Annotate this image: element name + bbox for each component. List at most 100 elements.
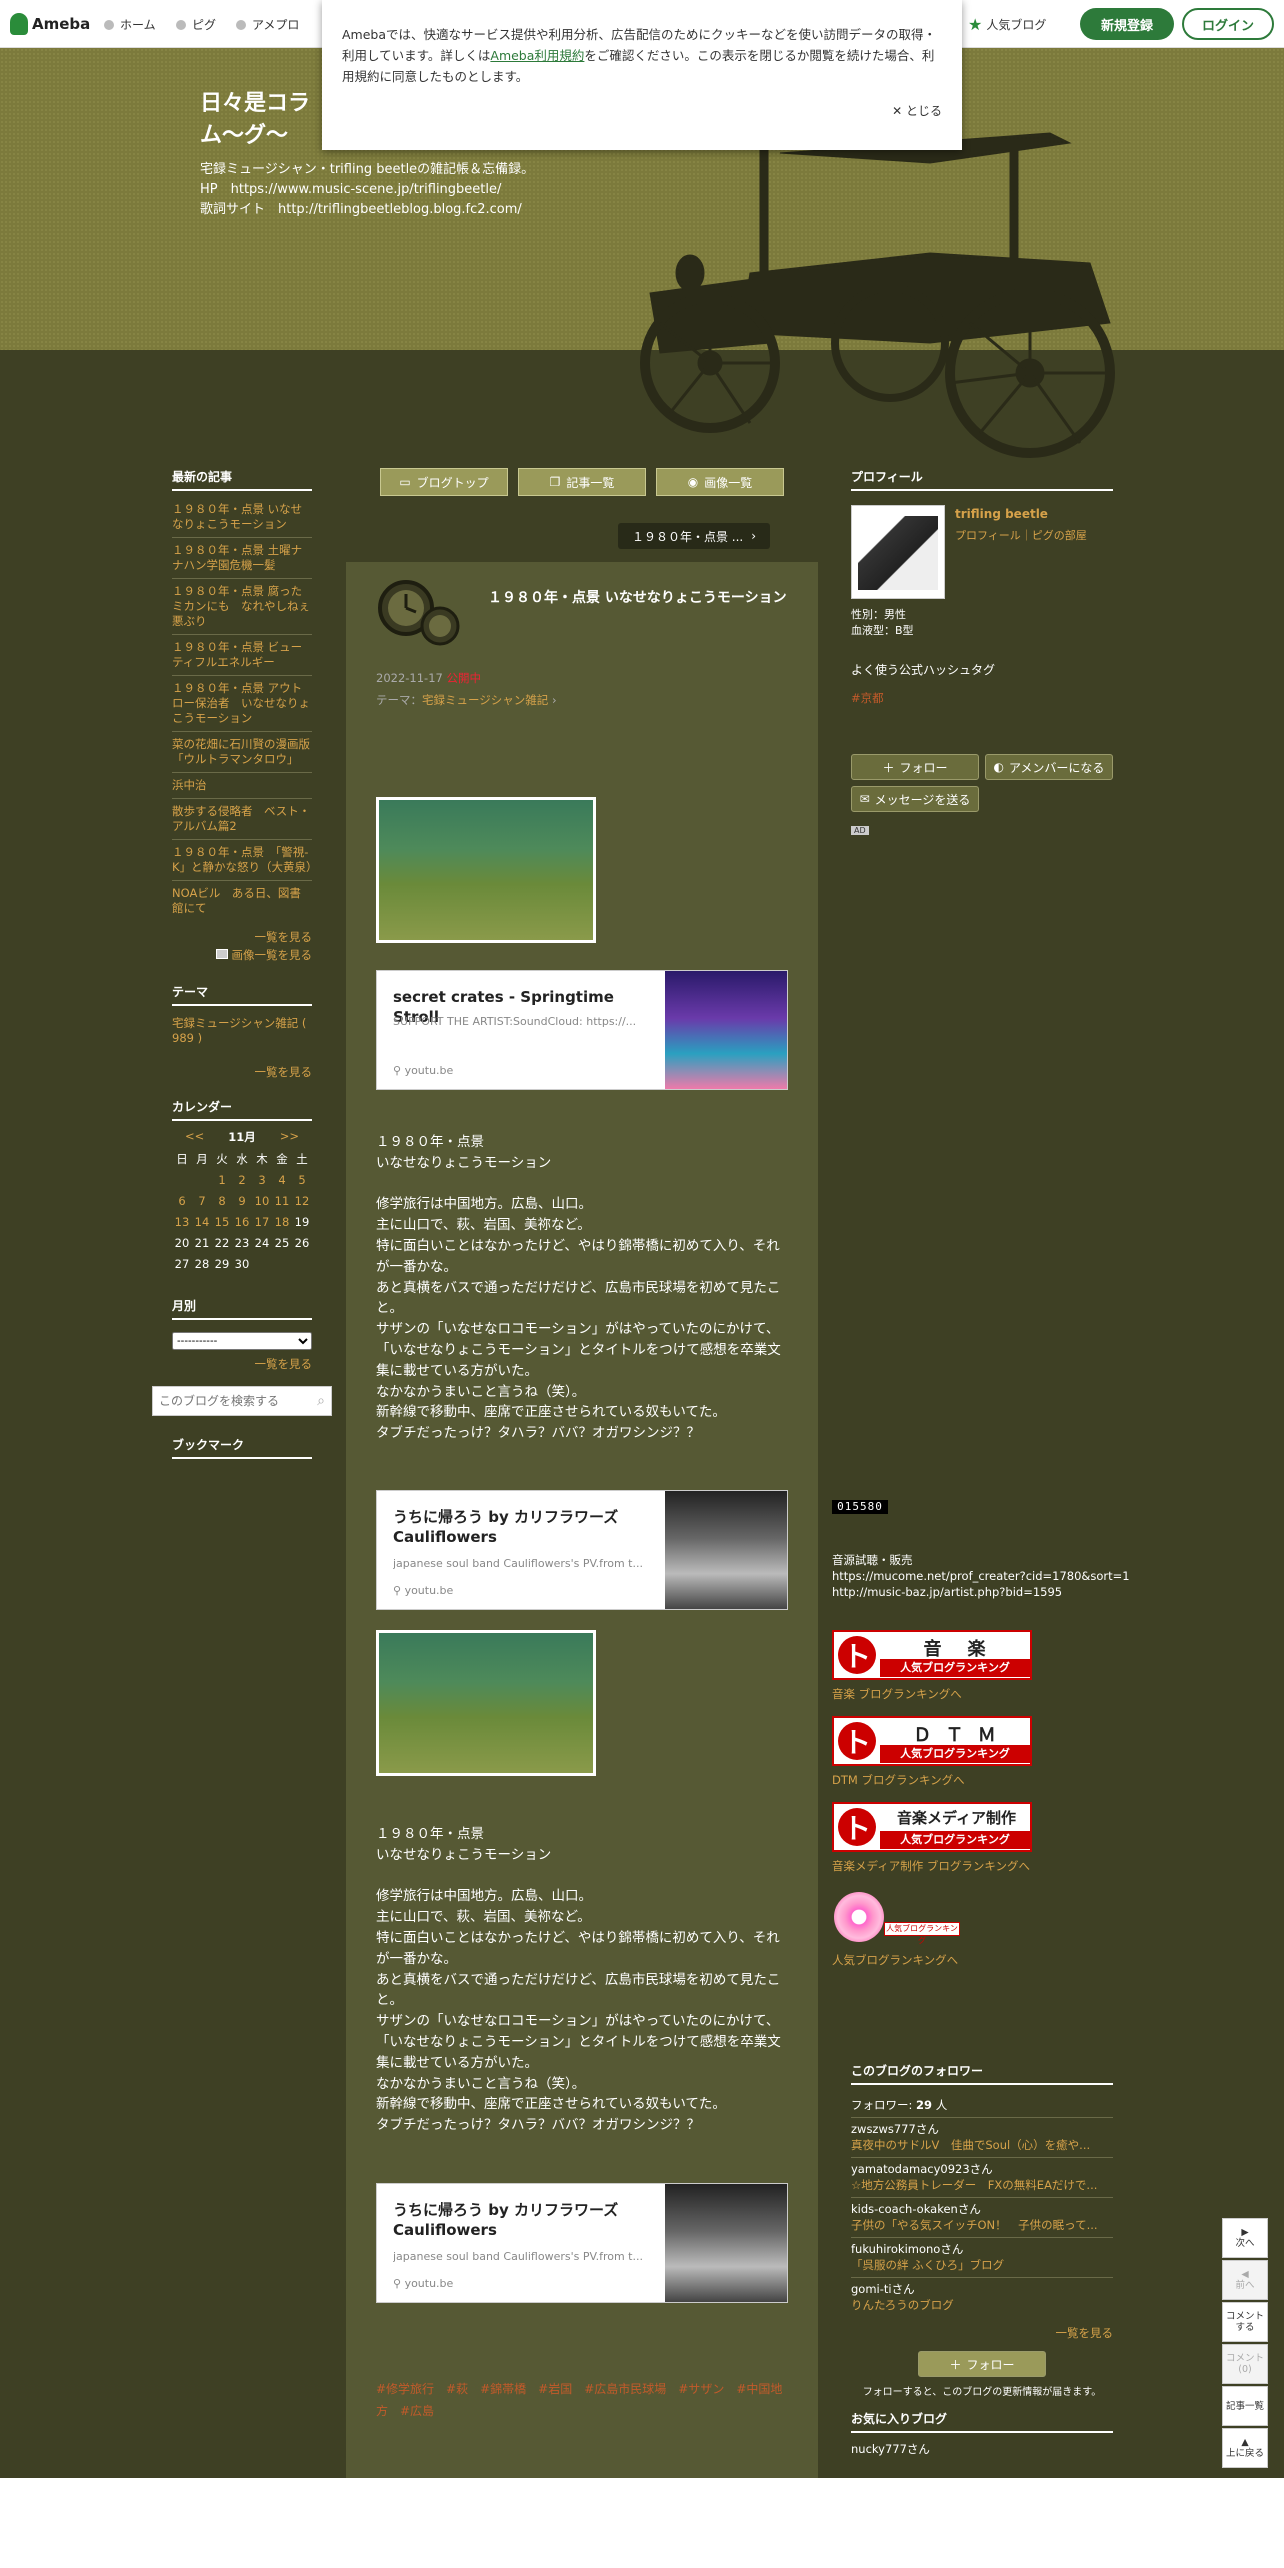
ameba-logo[interactable]: Ameba (10, 12, 90, 36)
calendar-day[interactable]: 17 (252, 1212, 272, 1233)
follow-button-2[interactable]: ＋フォロー (918, 2351, 1046, 2377)
tab-article-list[interactable]: ❐ 記事一覧 (518, 468, 646, 496)
embed-title: うちに帰ろう by カリフラワーズ Cauliflowers (393, 2201, 619, 2239)
recent-post-link[interactable]: 浜中治 (172, 773, 312, 799)
comment-button[interactable]: コメントする (1222, 2302, 1268, 2342)
calendar-day[interactable]: 16 (232, 1212, 252, 1233)
ranking-link[interactable]: 音楽メディア制作 ブログランキングへ (832, 1858, 1030, 1874)
ranking-banner-music[interactable]: ト 音 楽 人気ブログランキング (832, 1630, 1032, 1680)
search-icon[interactable]: ⌕ (317, 1393, 325, 1409)
close-icon: ✕ (892, 104, 906, 118)
follower-item[interactable]: kids-coach-okakenさん 子供の「やる気スイッチON！ 子供の眠って… (851, 2198, 1113, 2238)
favorite-blog-item[interactable]: nucky777さん (851, 2441, 1113, 2457)
ranking-link[interactable]: DTM ブログランキングへ (832, 1772, 965, 1788)
article-list-button[interactable]: 記事一覧 (1222, 2386, 1268, 2426)
follower-item[interactable]: yamatodamacy0923さん ☆地方公務員トレーダー FXの無料EAだけで… (851, 2158, 1113, 2198)
calendar-day[interactable]: 14 (192, 1212, 212, 1233)
calendar-day[interactable]: 6 (172, 1191, 192, 1212)
monthly-more-link[interactable]: 一覧を見る (172, 1356, 313, 1372)
profile-links[interactable]: プロフィール｜ピグの部屋 (955, 527, 1087, 543)
follow-button[interactable]: ＋フォロー (851, 754, 979, 780)
recent-post-link[interactable]: 散歩する侵略者 ベスト・アルバム篇2 (172, 799, 312, 840)
tab-image-list[interactable]: ◉ 画像一覧 (656, 468, 784, 496)
article-theme-link[interactable]: 宅録ミュージシャン雑記 (422, 693, 548, 707)
article-photo[interactable] (376, 797, 596, 943)
profile-name[interactable]: trifling beetle (955, 507, 1048, 521)
sales-link[interactable]: https://mucome.net/prof_creater?cid=1780… (832, 1568, 1130, 1584)
next-article-button[interactable]: １９８０年・点景 ... › (618, 523, 770, 549)
embed-card-youtube[interactable]: うちに帰ろう by カリフラワーズ Cauliflowers japanese … (376, 1490, 788, 1610)
official-hashtag[interactable]: #京都 (851, 690, 1113, 706)
circle-icon (104, 19, 114, 30)
prev-button[interactable]: ◀ 前へ (1222, 2260, 1268, 2300)
recent-post-link[interactable]: １９８０年・点景 「警視-K」と静かな怒り（大黄泉） (172, 840, 318, 881)
recent-post-link[interactable]: 菜の花畑に石川賢の漫画版「ウルトラマンタロウ」 (172, 732, 312, 773)
embed-card-youtube[interactable]: secret crates - Springtime Stroll SUPPOR… (376, 970, 788, 1090)
theme-more-link[interactable]: 一覧を見る (172, 1064, 313, 1080)
calendar-day[interactable]: 9 (232, 1191, 252, 1212)
comment-count[interactable]: コメント(0) (1222, 2344, 1268, 2384)
ranking-link[interactable]: 人気ブログランキングへ (832, 1952, 958, 1968)
ranking-icon: ト (838, 1636, 876, 1674)
recent-post-link[interactable]: １９８０年・点景 腐ったミカンにも なれやしねぇ 悪ぶり (172, 579, 322, 635)
month-select[interactable]: ----------- (172, 1332, 312, 1350)
ranking-link[interactable]: 音楽 ブログランキングへ (832, 1686, 962, 1702)
message-button[interactable]: ✉ メッセージを送る (851, 786, 979, 812)
follower-item[interactable]: gomi-tiさん りんたろうのブログ (851, 2278, 1113, 2317)
cookie-close-button[interactable]: ✕ とじる (892, 101, 942, 122)
recent-post-link[interactable]: １９８０年・点景 土曜ナナハン学園危機一髪 (172, 538, 312, 579)
nav-pigg[interactable]: ピグ (176, 16, 216, 33)
calendar-day[interactable]: 10 (252, 1191, 272, 1212)
calendar-prev[interactable]: << (185, 1129, 204, 1145)
ranking-banner-dtm[interactable]: ト Ｄ Ｔ Ｍ 人気ブログランキング (832, 1716, 1032, 1766)
back-to-top-button[interactable]: ▲ 上に戻る (1222, 2428, 1268, 2468)
calendar-weekday: 日 (176, 1152, 188, 1166)
recent-more-link[interactable]: 一覧を見る (172, 929, 313, 945)
follower-item[interactable]: zwszws777さん 真夜中のサドルV 佳曲でSoul（心）を癒や... (851, 2118, 1113, 2158)
calendar-day[interactable]: 18 (272, 1212, 292, 1233)
calendar-weekday: 月 (196, 1152, 208, 1166)
terms-link[interactable]: Ameba利用規約 (490, 48, 584, 63)
blog-search-input[interactable] (159, 1394, 318, 1408)
calendar-day[interactable]: 12 (292, 1191, 312, 1212)
calendar-day[interactable]: 2 (232, 1170, 252, 1191)
ranking-banner-media[interactable]: ト 音楽メディア制作 人気ブログランキング (832, 1802, 1032, 1852)
calendar-day[interactable]: 13 (172, 1212, 192, 1233)
hashtag-list[interactable]: #修学旅行 #萩 #錦帯橋 #岩国 #広島市民球場 #サザン #中国地方 #広島 (376, 2378, 788, 2422)
nav-amepro[interactable]: アメプロ (236, 16, 299, 33)
recent-post-link[interactable]: NOAビル ある日、図書館にて (172, 881, 312, 921)
article-title[interactable]: １９８０年・点景 いなせなりょこうモーション (488, 588, 788, 608)
calendar-day[interactable]: 1 (212, 1170, 232, 1191)
signup-button[interactable]: 新規登録 (1080, 8, 1174, 40)
followers-more-link[interactable]: 一覧を見る (851, 2325, 1114, 2341)
calendar-day[interactable]: 3 (252, 1170, 272, 1191)
popular-blogs-link[interactable]: ★ 人気ブログ (968, 15, 1046, 34)
next-button[interactable]: ▶ 次へ (1222, 2218, 1268, 2258)
nav-home[interactable]: ホーム (104, 16, 156, 33)
theme-link[interactable]: 宅録ミュージシャン雑記 ( 989 ) (172, 1016, 312, 1046)
ranking-banner-roll[interactable]: 人気ブログランキング (834, 1890, 970, 1946)
calendar-day[interactable]: 5 (292, 1170, 312, 1191)
calendar-next[interactable]: >> (280, 1129, 299, 1145)
amember-button[interactable]: ◐ アメンバーになる (985, 754, 1113, 780)
calendar-day[interactable]: 4 (272, 1170, 292, 1191)
calendar-day[interactable]: 8 (212, 1191, 232, 1212)
clock-avatar-icon[interactable] (376, 576, 464, 648)
image-list-link[interactable]: 画像一覧を見る (172, 947, 312, 963)
right-sidebar: プロフィール trifling beetle プロフィール｜ピグの部屋 性別：男… (851, 468, 1113, 836)
profile-avatar[interactable] (851, 505, 945, 599)
calendar-day[interactable]: 7 (192, 1191, 212, 1212)
sales-link[interactable]: http://music-baz.jp/artist.php?bid=1595 (832, 1584, 1130, 1600)
recent-post-link[interactable]: １９８０年・点景 アウトロー保治者 いなせなりょこうモーション (172, 676, 312, 732)
hashtag-heading: よく使う公式ハッシュタグ (851, 663, 996, 677)
login-button[interactable]: ログイン (1182, 8, 1274, 40)
blog-title[interactable]: 日々是コラム～グ～ (200, 88, 330, 152)
tab-blog-top[interactable]: ▭ ブログトップ (380, 468, 508, 496)
recent-post-link[interactable]: １９８０年・点景 ビューティフルエネルギー (172, 635, 312, 676)
calendar-day[interactable]: 11 (272, 1191, 292, 1212)
follower-item[interactable]: fukuhirokimonoさん 「呉服の絆 ふくひろ」ブログ (851, 2238, 1113, 2278)
embed-card-youtube[interactable]: うちに帰ろう by カリフラワーズ Cauliflowers japanese … (376, 2183, 788, 2303)
article-photo[interactable] (376, 1630, 596, 1776)
recent-post-link[interactable]: １９８０年・点景 いなせなりょこうモーション (172, 497, 312, 538)
calendar-day[interactable]: 15 (212, 1212, 232, 1233)
